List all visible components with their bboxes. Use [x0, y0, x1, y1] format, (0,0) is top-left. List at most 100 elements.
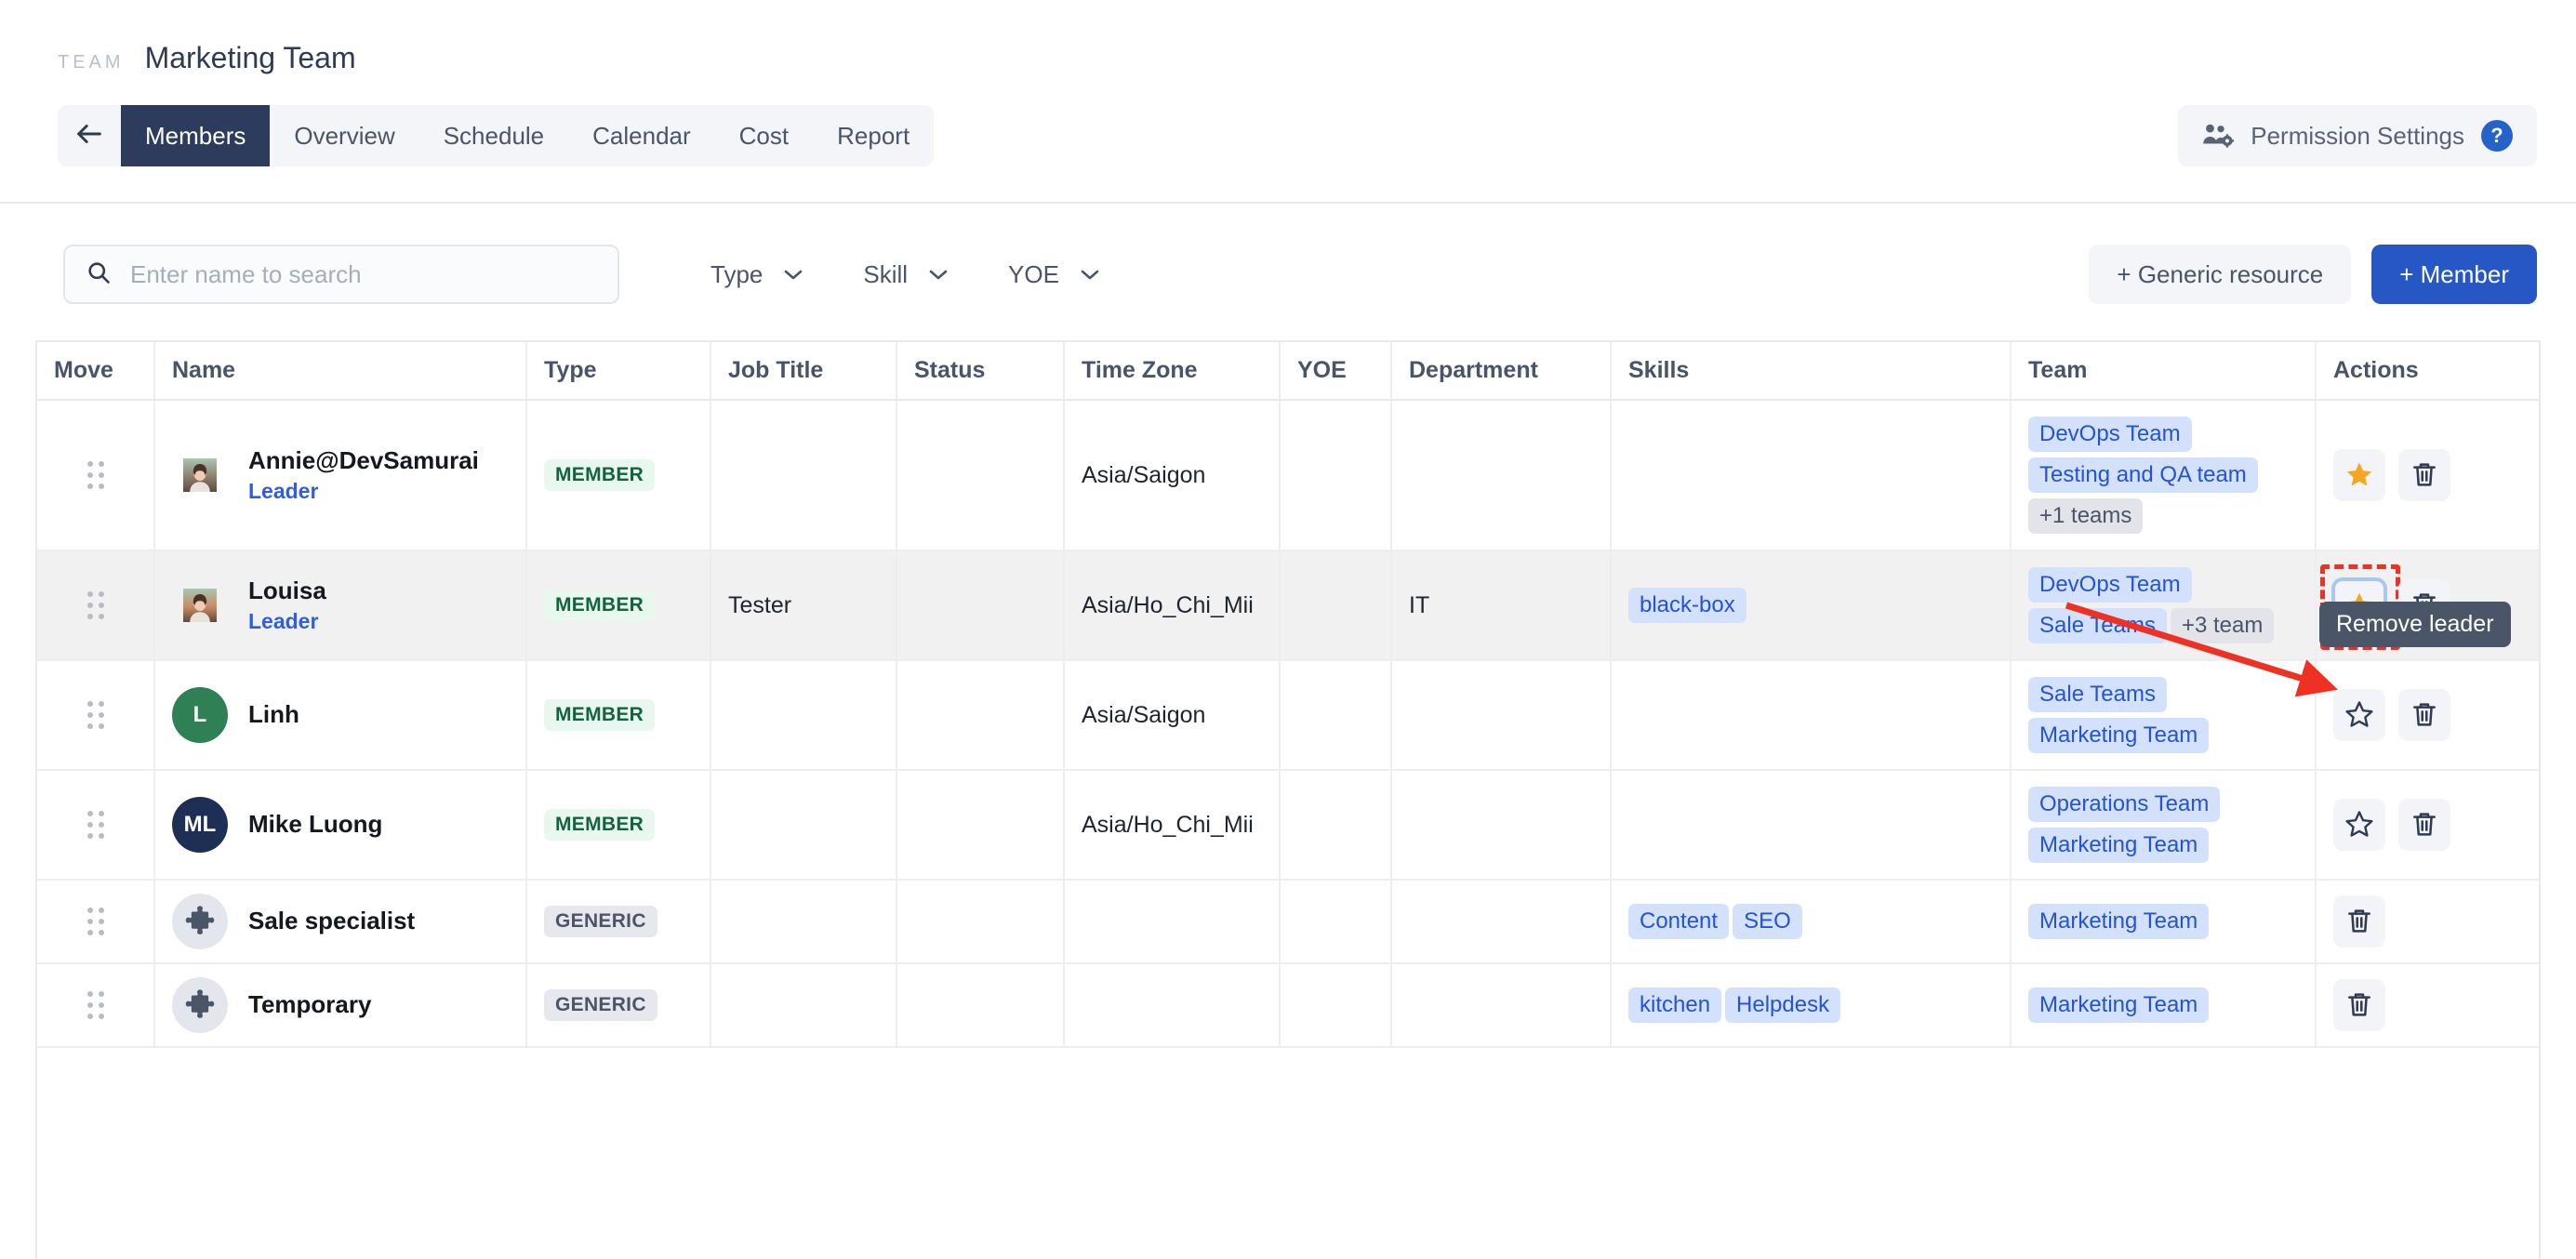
star-filled-icon — [2344, 459, 2374, 492]
filter-skill[interactable]: Skill — [833, 245, 978, 304]
add-member-button[interactable]: + Member — [2371, 245, 2537, 304]
team-chip[interactable]: Marketing Team — [2028, 904, 2210, 939]
team-chip[interactable]: Testing and QA team — [2028, 457, 2258, 493]
tab-cost[interactable]: Cost — [715, 105, 813, 166]
table-row[interactable]: ML Mike Luong MEMBER Asia/Ho_Chi_Mii Operati… — [37, 770, 2539, 881]
name-cell[interactable]: Annie@DevSamurai Leader — [154, 400, 527, 551]
filter-type[interactable]: Type — [681, 245, 833, 304]
chevron-down-icon — [928, 268, 949, 281]
puzzle-icon — [172, 894, 228, 949]
team-chip[interactable]: Operations Team — [2028, 787, 2221, 822]
column-header-skills: Skills — [1611, 342, 2012, 401]
delete-row-button[interactable] — [2398, 449, 2450, 501]
skill-chip[interactable]: kitchen — [1628, 987, 1722, 1023]
row-actions — [2333, 449, 2522, 501]
team-chip[interactable]: Marketing Team — [2028, 828, 2210, 863]
team-chip[interactable]: Marketing Team — [2028, 718, 2210, 753]
status-badge: MEMBER — [544, 699, 656, 731]
table-row[interactable]: L Linh MEMBER Asia/Saigon Sale Teams Marketin… — [37, 660, 2539, 771]
skill-chip[interactable]: Helpdesk — [1725, 987, 1841, 1023]
time-zone-cell: Asia/Ho_Chi_Mii — [1064, 550, 1281, 661]
team-chip[interactable]: DevOps Team — [2028, 567, 2192, 603]
team-chip-list: Marketing Team — [2028, 985, 2298, 1026]
tab-schedule[interactable]: Schedule — [419, 105, 568, 166]
name-cell[interactable]: Louisa Leader — [154, 550, 527, 661]
drag-handle-icon[interactable] — [54, 811, 137, 839]
team-overflow-chip[interactable]: +3 team — [2170, 608, 2275, 643]
skill-chip-list: kitchen Helpdesk — [1628, 985, 1993, 1026]
trash-icon — [2344, 989, 2374, 1022]
trash-icon — [2410, 459, 2439, 492]
job-title-cell — [710, 400, 897, 551]
tab-overview[interactable]: Overview — [270, 105, 418, 166]
tab-report[interactable]: Report — [813, 105, 934, 166]
avatar: L — [172, 687, 228, 743]
drag-handle-icon[interactable] — [54, 701, 137, 729]
name-cell[interactable]: ML Mike Luong — [154, 770, 527, 881]
users-gear-icon — [2202, 122, 2235, 150]
status-badge: MEMBER — [544, 459, 656, 491]
delete-row-button[interactable] — [2398, 799, 2450, 851]
table-row[interactable]: Sale specialist GENERIC Content SEO Marketin… — [37, 880, 2539, 964]
person: Annie@DevSamurai Leader — [172, 446, 509, 503]
yoe-cell — [1280, 400, 1392, 551]
delete-row-button[interactable] — [2333, 895, 2385, 948]
tab-members[interactable]: Members — [121, 105, 271, 166]
add-generic-resource-button[interactable]: + Generic resource — [2089, 245, 2352, 304]
remove-leader-button[interactable] — [2333, 449, 2385, 501]
skills-cell: Content SEO — [1611, 880, 2012, 964]
permission-settings-label: Permission Settings — [2251, 121, 2464, 150]
table-row[interactable]: Louisa Leader MEMBER Tester Asia/Ho_Chi_Mii I… — [37, 550, 2539, 661]
row-actions — [2333, 895, 2522, 948]
leader-link[interactable]: Leader — [248, 479, 479, 503]
team-chip[interactable]: Sale Teams — [2028, 608, 2167, 643]
team-chip-list: Operations Team Marketing Team — [2028, 784, 2298, 866]
help-icon[interactable]: ? — [2481, 120, 2513, 152]
skill-chip-list: black-box — [1628, 585, 1993, 626]
team-overflow-chip[interactable]: +1 teams — [2028, 498, 2144, 534]
members-table-container[interactable]: Move Name Type Job Title Status Time Zone YOE D… — [35, 340, 2541, 1259]
search-box[interactable] — [63, 245, 619, 304]
permission-settings-button[interactable]: Permission Settings ? — [2178, 105, 2537, 166]
skills-cell — [1611, 770, 2012, 881]
team-chip-list: Marketing Team — [2028, 901, 2298, 942]
type-cell: GENERIC — [526, 880, 711, 964]
delete-row-button[interactable] — [2398, 689, 2450, 741]
person-name: Sale specialist — [248, 907, 416, 935]
leader-link[interactable]: Leader — [248, 609, 326, 633]
name-cell[interactable]: Temporary — [154, 963, 527, 1048]
table-row[interactable]: Annie@DevSamurai Leader MEMBER Asia/Saigon D… — [37, 400, 2539, 551]
team-chip[interactable]: Sale Teams — [2028, 677, 2167, 712]
column-header-time-zone: Time Zone — [1064, 342, 1281, 401]
skills-cell — [1611, 400, 2012, 551]
drag-handle-icon[interactable] — [54, 991, 137, 1019]
avatar-initials: ML — [183, 812, 217, 837]
name-cell[interactable]: L Linh — [154, 660, 527, 771]
person-name: Linh — [248, 700, 299, 729]
skill-chip[interactable]: Content — [1628, 904, 1730, 939]
filter-yoe[interactable]: YOE — [978, 245, 1130, 304]
column-header-job-title: Job Title — [710, 342, 897, 401]
drag-handle-icon[interactable] — [54, 461, 137, 489]
back-button[interactable] — [58, 105, 121, 166]
delete-row-button[interactable] — [2333, 979, 2385, 1031]
skill-chip[interactable]: SEO — [1733, 904, 1802, 939]
name-cell[interactable]: Sale specialist — [154, 880, 527, 964]
skill-chip[interactable]: black-box — [1628, 588, 1746, 623]
set-leader-button[interactable] — [2333, 799, 2385, 851]
drag-handle-icon[interactable] — [54, 908, 137, 935]
trash-icon — [2344, 906, 2374, 938]
team-chip[interactable]: DevOps Team — [2028, 417, 2192, 452]
department-cell — [1391, 963, 1612, 1048]
breadcrumb: TEAM Marketing Team — [58, 41, 356, 75]
table-row[interactable]: Temporary GENERIC kitchen Helpdesk Marketing… — [37, 963, 2539, 1048]
members-toolbar: Type Skill YOE + Generic resource + Member — [0, 204, 2576, 340]
drag-handle-icon[interactable] — [54, 591, 137, 619]
set-leader-button[interactable] — [2333, 689, 2385, 741]
status-cell — [896, 400, 1065, 551]
search-input[interactable] — [128, 258, 597, 290]
team-chip[interactable]: Marketing Team — [2028, 987, 2210, 1023]
department-cell — [1391, 770, 1612, 881]
tab-calendar[interactable]: Calendar — [568, 105, 715, 166]
person-text: Louisa Leader — [248, 576, 326, 633]
